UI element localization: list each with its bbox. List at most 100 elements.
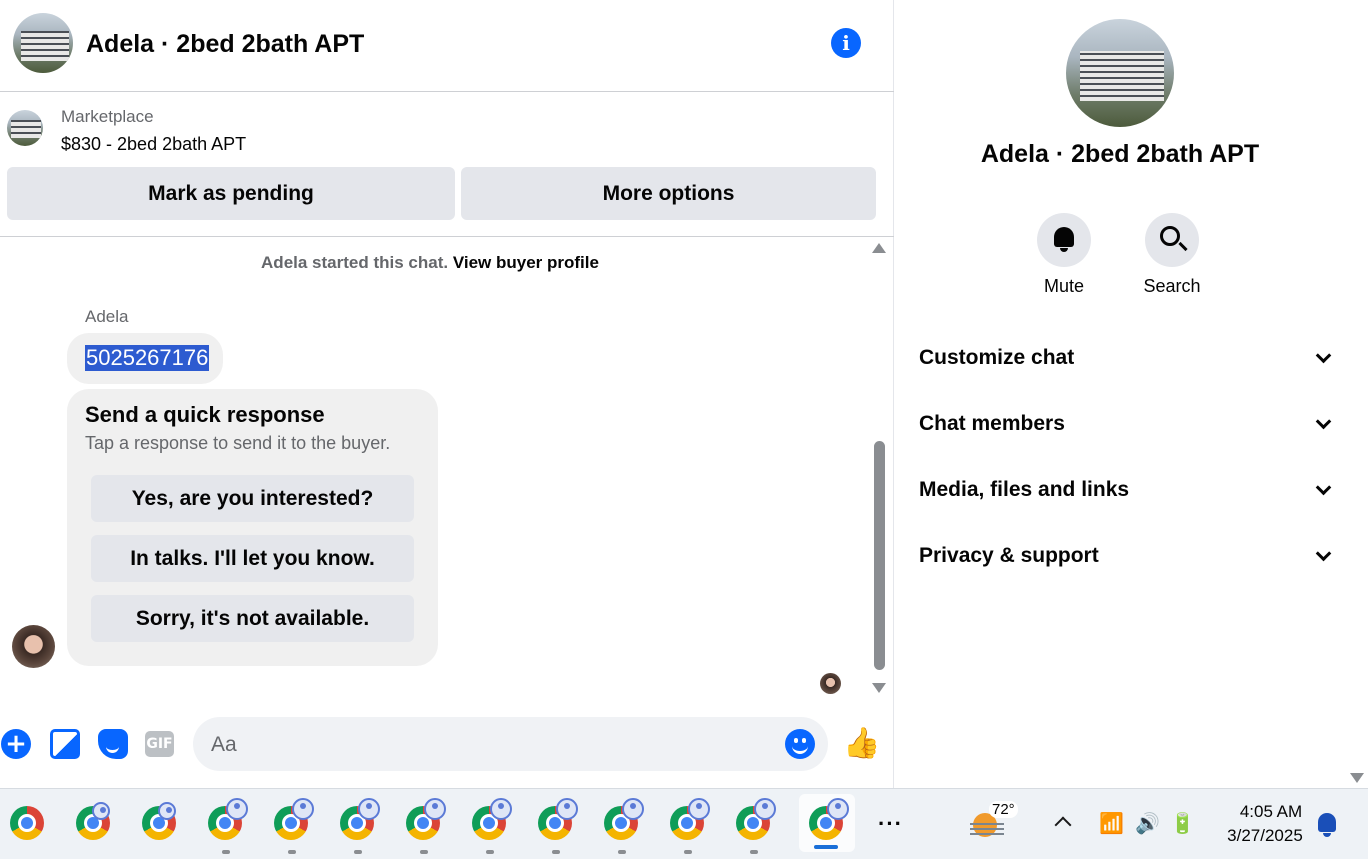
chrome-profile-taskbar-icon[interactable] (602, 798, 644, 854)
clock-time[interactable]: 4:05 AM (1221, 802, 1321, 822)
chrome-profile-taskbar-icon[interactable] (734, 798, 776, 854)
emoji-icon[interactable] (785, 729, 815, 759)
chevron-down-icon (1315, 545, 1332, 562)
running-indicator (222, 850, 230, 854)
active-indicator (814, 845, 838, 849)
section-media-files-links[interactable]: Media, files and links (919, 478, 1332, 518)
message-input[interactable]: Aa (193, 717, 828, 771)
quick-response-option[interactable]: In talks. I'll let you know. (91, 535, 414, 582)
volume-icon[interactable]: 🔊 (1135, 811, 1160, 836)
chat-title[interactable]: Adela · 2bed 2bath APT (86, 30, 364, 59)
profile-badge-icon (424, 798, 446, 820)
conversation-info-pane: Adela · 2bed 2bath APT Mute Search Custo… (895, 0, 1368, 788)
message-bubble[interactable]: 5025267176 (67, 333, 223, 384)
like-icon[interactable]: 👍 (843, 726, 880, 762)
app-root: Adela · 2bed 2bath APT i Marketplace $83… (0, 0, 1368, 859)
profile-badge-icon (556, 798, 578, 820)
mute-label: Mute (1043, 276, 1085, 296)
section-privacy-support[interactable]: Privacy & support (919, 544, 1332, 584)
chrome-icon (10, 806, 44, 840)
active-taskbar-item[interactable] (799, 794, 855, 852)
sender-name: Adela (85, 307, 129, 326)
show-hidden-icons-chevron[interactable] (1054, 816, 1072, 834)
scrollbar-thumb[interactable] (874, 441, 885, 670)
message-text[interactable]: 5025267176 (85, 345, 210, 371)
scroll-down-arrow[interactable] (1350, 773, 1364, 783)
listing-price-title[interactable]: $830 - 2bed 2bath APT (61, 134, 246, 155)
info-icon[interactable]: i (831, 28, 861, 58)
chrome-taskbar-icon[interactable] (8, 804, 46, 842)
profile-badge-icon (688, 798, 710, 820)
gif-icon[interactable]: GIF (145, 731, 174, 757)
chrome-profile-taskbar-icon (807, 798, 849, 842)
chat-started-notice: Adela started this chat. View buyer prof… (0, 253, 860, 273)
mute-button[interactable] (1037, 213, 1091, 267)
section-label: Media, files and links (919, 478, 1130, 501)
chrome-profile-taskbar-icon[interactable] (272, 798, 314, 854)
notification-bell-icon[interactable] (1318, 813, 1336, 837)
chat-started-text: Adela started this chat. (261, 253, 449, 272)
scroll-up-arrow[interactable] (872, 243, 886, 253)
running-indicator (486, 850, 494, 854)
section-label: Privacy & support (919, 544, 1099, 567)
profile-badge-icon (622, 798, 644, 820)
more-apps-icon[interactable]: ··· (878, 811, 903, 837)
search-label: Search (1143, 276, 1201, 296)
quick-response-title: Send a quick response (85, 402, 325, 427)
running-indicator (420, 850, 428, 854)
plus-icon[interactable]: + (1, 729, 31, 759)
profile-badge-icon (754, 798, 776, 820)
chevron-down-icon (1315, 347, 1332, 364)
section-chat-members[interactable]: Chat members (919, 412, 1332, 452)
section-customize-chat[interactable]: Customize chat (919, 346, 1332, 386)
listing-avatar[interactable] (13, 13, 73, 73)
more-options-button[interactable]: More options (461, 167, 876, 220)
profile-badge-icon (158, 802, 176, 820)
section-label: Customize chat (919, 346, 1075, 369)
mark-as-pending-button[interactable]: Mark as pending (7, 167, 455, 220)
scroll-down-arrow[interactable] (872, 683, 886, 693)
sender-avatar[interactable] (12, 625, 55, 668)
clock-date[interactable]: 3/27/2025 (1215, 826, 1315, 846)
quick-response-option[interactable]: Yes, are you interested? (91, 475, 414, 522)
chrome-profile-taskbar-icon[interactable] (536, 798, 578, 854)
chat-header: Adela · 2bed 2bath APT i (0, 0, 894, 92)
profile-badge-icon (827, 798, 849, 820)
quick-response-option[interactable]: Sorry, it's not available. (91, 595, 414, 642)
bell-icon (1054, 227, 1074, 252)
message-composer: + GIF Aa 👍 (0, 714, 894, 774)
profile-badge-icon (358, 798, 380, 820)
search-icon (1160, 226, 1180, 246)
section-label: Chat members (919, 412, 1065, 435)
listing-thumbnail[interactable] (7, 110, 43, 146)
info-avatar[interactable] (1066, 19, 1174, 127)
running-indicator (618, 850, 626, 854)
search-button[interactable] (1145, 213, 1199, 267)
marketplace-banner: Marketplace $830 - 2bed 2bath APT Mark a… (0, 92, 894, 237)
running-indicator (684, 850, 692, 854)
battery-icon[interactable]: 🔋 (1170, 811, 1195, 836)
running-indicator (552, 850, 560, 854)
chevron-down-icon (1315, 479, 1332, 496)
wifi-icon[interactable]: 📶 (1099, 811, 1124, 836)
photo-icon[interactable] (50, 729, 80, 759)
chrome-profile-taskbar-icon[interactable] (668, 798, 710, 854)
chrome-profile-taskbar-icon[interactable] (338, 798, 380, 854)
chrome-profile-taskbar-icon[interactable] (140, 802, 178, 842)
profile-badge-icon (226, 798, 248, 820)
chrome-profile-taskbar-icon[interactable] (404, 798, 446, 854)
view-buyer-profile-link[interactable]: View buyer profile (453, 253, 599, 272)
quick-response-subtitle: Tap a response to send it to the buyer. (85, 433, 391, 453)
chevron-down-icon (1315, 413, 1332, 430)
chrome-profile-taskbar-icon[interactable] (206, 798, 248, 854)
read-receipt-avatar (820, 673, 841, 694)
chat-pane: Adela · 2bed 2bath APT i Marketplace $83… (0, 0, 894, 788)
profile-badge-icon (490, 798, 512, 820)
weather-temperature[interactable]: 72° (989, 801, 1018, 818)
taskbar: ··· 72° 📶 🔊 🔋 4:05 AM 3/27/2025 (0, 788, 1368, 859)
info-title: Adela · 2bed 2bath APT (980, 140, 1260, 168)
profile-badge-icon (292, 798, 314, 820)
sticker-icon[interactable] (98, 729, 128, 759)
chrome-profile-taskbar-icon[interactable] (470, 798, 512, 854)
chrome-profile-taskbar-icon[interactable] (74, 802, 112, 842)
